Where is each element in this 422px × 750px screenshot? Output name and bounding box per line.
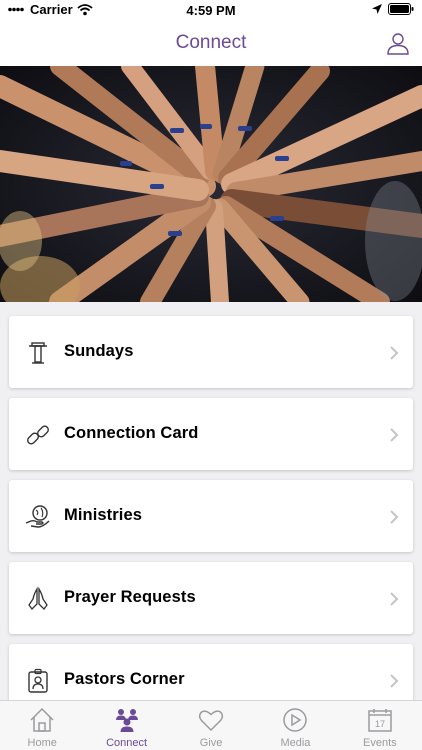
clock: 4:59 PM — [186, 3, 236, 18]
menu-item-pastors-corner[interactable]: Pastors Corner — [9, 644, 413, 700]
menu-item-label: Pastors Corner — [64, 670, 185, 688]
pastor-badge-icon — [28, 668, 48, 693]
connect-menu-list: Sundays Connection Card Ministries Praye… — [0, 302, 422, 700]
menu-item-prayer-requests[interactable]: Prayer Requests — [9, 562, 413, 634]
heart-icon — [198, 710, 224, 732]
globe-hand-icon — [25, 505, 50, 528]
menu-item-ministries[interactable]: Ministries — [9, 480, 413, 552]
home-icon — [30, 707, 54, 732]
tab-label: Media — [280, 737, 311, 749]
chevron-right-icon — [390, 428, 399, 442]
link-icon — [27, 425, 49, 445]
calendar-day-number: 17 — [375, 719, 385, 729]
menu-item-label: Prayer Requests — [64, 588, 196, 606]
tab-label: Events — [363, 737, 397, 749]
status-right — [372, 3, 414, 15]
tab-bar: Home Connect Give Media 17 Events — [0, 700, 422, 750]
profile-icon[interactable] — [386, 31, 410, 55]
battery-icon — [388, 3, 414, 15]
menu-item-sundays[interactable]: Sundays — [9, 316, 413, 388]
menu-item-label: Connection Card — [64, 424, 199, 442]
navigation-bar: Connect — [0, 20, 422, 66]
podium-icon — [29, 342, 47, 364]
chevron-right-icon — [390, 346, 399, 360]
tab-label: Home — [27, 737, 57, 749]
chevron-right-icon — [390, 674, 399, 688]
tab-home[interactable]: Home — [0, 701, 84, 750]
tab-events[interactable]: 17 Events — [338, 701, 422, 750]
play-icon — [283, 708, 308, 732]
chevron-right-icon — [390, 592, 399, 606]
hero-image — [0, 66, 422, 302]
status-bar: Carrier 4:59 PM — [0, 0, 422, 20]
menu-item-label: Ministries — [64, 506, 143, 524]
chevron-right-icon — [390, 510, 399, 524]
tab-give[interactable]: Give — [169, 701, 253, 750]
location-icon — [372, 4, 382, 14]
tab-media[interactable]: Media — [253, 701, 337, 750]
hands-together-illustration — [0, 66, 422, 302]
tab-label: Give — [199, 737, 223, 749]
page-title: Connect — [175, 32, 247, 53]
menu-item-label: Sundays — [64, 342, 134, 360]
tab-label: Connect — [106, 737, 148, 749]
calendar-icon: 17 — [368, 709, 392, 732]
praying-hands-icon — [28, 586, 48, 610]
menu-item-connection-card[interactable]: Connection Card — [9, 398, 413, 470]
people-icon — [115, 709, 138, 732]
tab-connect[interactable]: Connect — [84, 701, 168, 750]
